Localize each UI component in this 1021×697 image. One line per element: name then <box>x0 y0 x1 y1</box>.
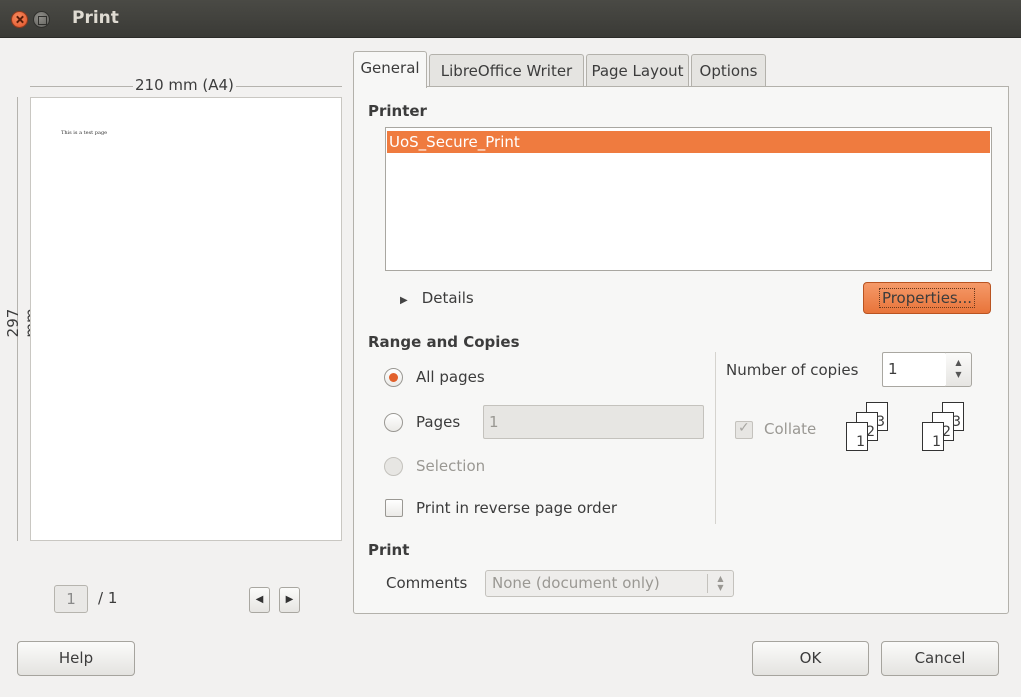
triangle-left-icon: ◀ <box>255 594 264 605</box>
tab-general[interactable]: General <box>353 51 427 88</box>
chevron-up-down-icon: ▲ ▼ <box>707 574 733 593</box>
details-label: Details <box>421 289 474 307</box>
page-width-label: 210 mm (A4) <box>133 76 236 94</box>
spin-down-icon[interactable]: ▼ <box>946 369 971 381</box>
print-section-title: Print <box>368 541 410 559</box>
pages-radio[interactable] <box>384 413 403 432</box>
collate-label: Collate <box>764 420 817 438</box>
triangle-right-icon: ▶ <box>400 295 408 306</box>
comments-dropdown-value: None (document only) <box>492 574 660 592</box>
tab-options[interactable]: Options <box>691 54 766 87</box>
triangle-right-icon: ▶ <box>285 594 294 605</box>
number-of-copies-input[interactable]: 1 <box>882 352 947 387</box>
window-title: Print <box>72 8 119 28</box>
maximize-icon[interactable] <box>33 11 50 28</box>
tab-libreoffice-writer[interactable]: LibreOffice Writer <box>429 54 584 87</box>
tab-page-layout[interactable]: Page Layout <box>586 54 689 87</box>
comments-dropdown[interactable]: None (document only) ▲ ▼ <box>485 570 734 597</box>
pages-input[interactable]: 1 <box>483 405 704 439</box>
properties-button-label: Properties... <box>878 288 976 308</box>
range-copies-section-title: Range and Copies <box>368 333 520 351</box>
reverse-order-checkbox[interactable] <box>385 499 403 517</box>
details-expander[interactable]: ▶ Details <box>400 289 474 307</box>
printer-list[interactable]: UoS_Secure_Print <box>385 127 992 271</box>
range-copies-separator <box>715 352 716 524</box>
printer-section-title: Printer <box>368 102 427 120</box>
comments-label: Comments <box>386 574 468 592</box>
pages-label: Pages <box>416 413 461 431</box>
previous-page-button[interactable]: ◀ <box>249 587 270 613</box>
spin-up-icon[interactable]: ▲ <box>946 357 971 369</box>
help-button[interactable]: Help <box>17 641 135 676</box>
selection-label: Selection <box>416 457 486 475</box>
selection-radio[interactable] <box>384 457 403 476</box>
next-page-button[interactable]: ▶ <box>279 587 300 613</box>
page-preview-text: This is a test page <box>61 130 108 136</box>
all-pages-radio[interactable] <box>384 368 403 387</box>
copies-spin-button[interactable]: ▲ ▼ <box>946 352 972 387</box>
close-icon[interactable] <box>11 11 28 28</box>
all-pages-label: All pages <box>416 368 485 386</box>
number-of-copies-label: Number of copies <box>726 361 859 379</box>
cancel-button[interactable]: Cancel <box>881 641 999 676</box>
total-pages-label: / 1 <box>98 589 118 607</box>
current-page-field[interactable]: 1 <box>54 585 88 613</box>
ok-button[interactable]: OK <box>752 641 869 676</box>
title-bar: Print <box>0 0 1021 38</box>
page-preview: This is a test page <box>30 97 342 541</box>
collate-checkbox[interactable] <box>735 420 753 439</box>
reverse-order-label: Print in reverse page order <box>416 499 618 517</box>
printer-list-item[interactable]: UoS_Secure_Print <box>387 131 990 153</box>
properties-button[interactable]: Properties... <box>863 282 991 314</box>
